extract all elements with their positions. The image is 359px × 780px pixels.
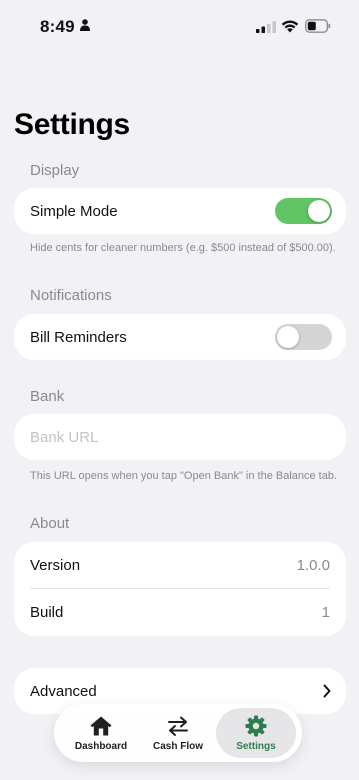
simple-mode-footnote: Hide cents for cleaner numbers (e.g. $50…: [30, 242, 336, 254]
bill-reminders-row: Bill Reminders: [14, 314, 346, 360]
person-icon: [80, 19, 90, 31]
cellular-signal-icon: [256, 21, 276, 33]
gear-icon: [245, 715, 267, 737]
version-label: Version: [30, 557, 81, 574]
status-time: 8:49: [40, 17, 75, 36]
toggle-knob: [308, 200, 330, 222]
bank-url-footnote: This URL opens when you tap "Open Bank" …: [30, 470, 338, 482]
divider: [30, 588, 330, 589]
tab-label: Cash Flow: [152, 741, 203, 752]
about-card: Version 1.0.0 Build 1: [14, 542, 346, 636]
chevron-right-icon: [323, 684, 331, 698]
simple-mode-label: Simple Mode: [30, 203, 118, 220]
display-section-header: Display: [30, 162, 80, 179]
simple-mode-toggle[interactable]: [275, 198, 332, 224]
page-title: Settings: [14, 108, 130, 141]
about-section-header: About: [30, 515, 70, 532]
version-value: 1.0.0: [296, 557, 330, 574]
tab-dashboard[interactable]: Dashboard: [61, 708, 141, 758]
status-bar: 8:49: [0, 0, 359, 54]
wifi-icon: [281, 20, 299, 33]
advanced-label: Advanced: [30, 683, 97, 700]
build-value: 1: [321, 604, 330, 621]
tab-settings[interactable]: Settings: [216, 708, 296, 758]
tab-label: Dashboard: [74, 741, 128, 752]
build-label: Build: [30, 604, 64, 621]
house-icon: [90, 716, 112, 736]
bank-section-header: Bank: [30, 388, 65, 405]
bill-reminders-toggle[interactable]: [275, 324, 332, 350]
simple-mode-row: Simple Mode: [14, 188, 346, 234]
notifications-section-header: Notifications: [30, 287, 112, 304]
tab-cash-flow[interactable]: Cash Flow: [138, 708, 218, 758]
bill-reminders-label: Bill Reminders: [30, 329, 127, 346]
battery-icon: [305, 19, 331, 33]
bank-url-input[interactable]: [14, 414, 346, 460]
tab-label: Settings: [236, 741, 276, 752]
tab-bar: Dashboard Cash Flow Settings: [54, 704, 302, 762]
toggle-knob: [277, 326, 299, 348]
arrows-left-right-icon: [168, 716, 188, 736]
